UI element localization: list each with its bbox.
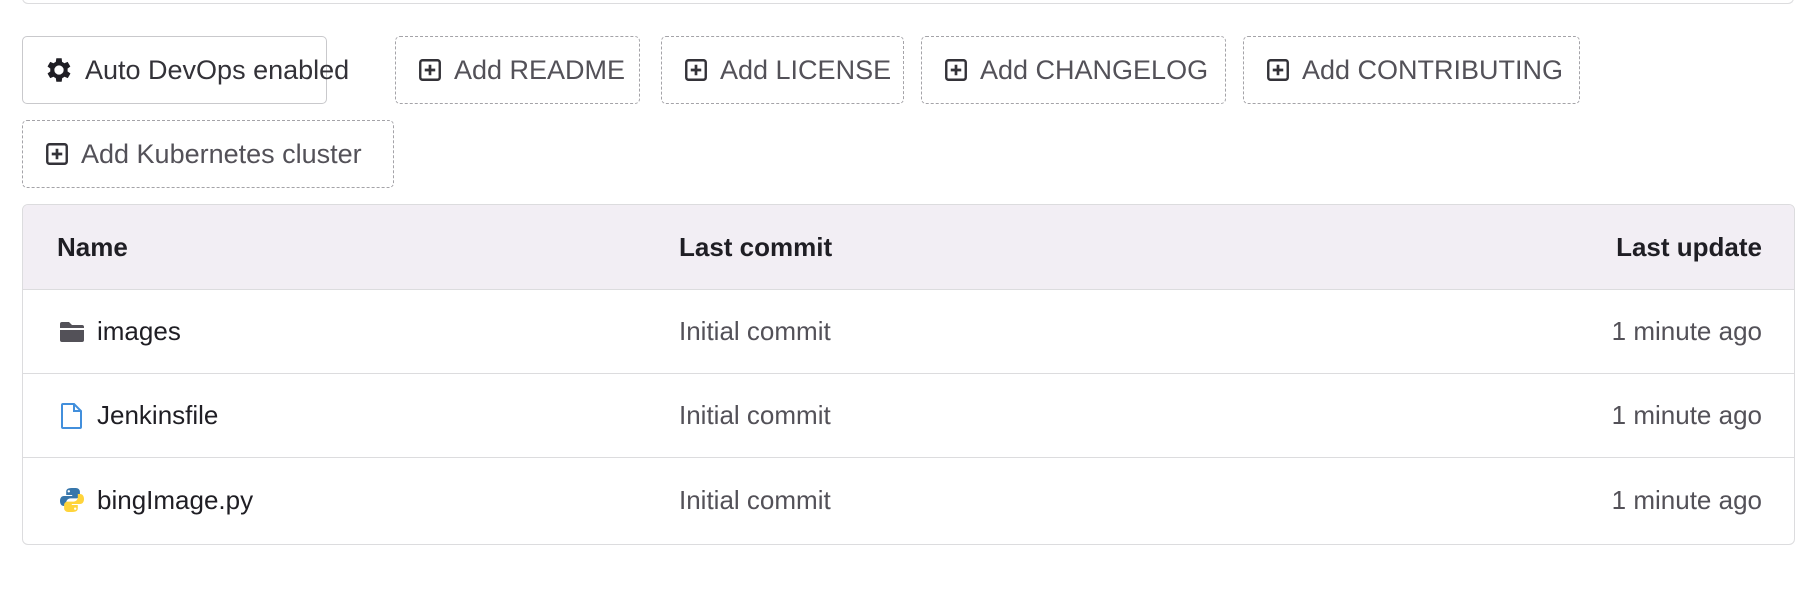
header-last-update: Last update bbox=[1616, 231, 1762, 262]
add-changelog-label: Add CHANGELOG bbox=[980, 54, 1209, 85]
auto-devops-button[interactable]: Auto DevOps enabled bbox=[22, 36, 349, 104]
plus-square-icon bbox=[1266, 58, 1290, 82]
add-contributing-label: Add CONTRIBUTING bbox=[1302, 54, 1564, 85]
add-readme-button[interactable]: Add README bbox=[395, 36, 640, 104]
plus-square-icon bbox=[45, 142, 69, 166]
last-commit-link[interactable]: Initial commit bbox=[679, 458, 831, 542]
add-changelog-button[interactable]: Add CHANGELOG bbox=[921, 36, 1226, 104]
python-icon bbox=[57, 486, 87, 514]
last-update-time: 1 minute ago bbox=[1611, 484, 1762, 515]
add-readme-label: Add README bbox=[454, 54, 626, 85]
header-last-commit: Last commit bbox=[679, 231, 833, 262]
auto-devops-label: Auto DevOps enabled bbox=[85, 54, 350, 85]
plus-square-icon bbox=[418, 58, 442, 82]
header-name: Name bbox=[57, 231, 128, 262]
plus-square-icon bbox=[944, 58, 968, 82]
folder-icon bbox=[57, 320, 87, 344]
file-icon bbox=[57, 402, 87, 430]
table-row[interactable]: Jenkinsfile Initial commit 1 minute ago bbox=[23, 374, 1794, 458]
plus-square-icon bbox=[684, 58, 708, 82]
add-kubernetes-cluster-button[interactable]: Add Kubernetes cluster bbox=[22, 120, 394, 188]
last-commit-link[interactable]: Initial commit bbox=[679, 290, 831, 373]
file-name-link[interactable]: bingImage.py bbox=[97, 485, 253, 516]
file-tree-table: Name Last commit Last update images Init… bbox=[22, 204, 1795, 545]
last-commit-link[interactable]: Initial commit bbox=[679, 374, 831, 457]
add-kubernetes-label: Add Kubernetes cluster bbox=[81, 138, 362, 169]
table-row[interactable]: bingImage.py Initial commit 1 minute ago bbox=[23, 458, 1794, 542]
table-row[interactable]: images Initial commit 1 minute ago bbox=[23, 290, 1794, 374]
gear-icon bbox=[43, 54, 75, 86]
add-license-button[interactable]: Add LICENSE bbox=[661, 36, 904, 104]
file-name-link[interactable]: images bbox=[97, 316, 181, 347]
last-update-time: 1 minute ago bbox=[1611, 400, 1762, 430]
last-update-time: 1 minute ago bbox=[1611, 316, 1762, 346]
add-license-label: Add LICENSE bbox=[720, 54, 892, 85]
table-header: Name Last commit Last update bbox=[23, 205, 1794, 290]
add-contributing-button[interactable]: Add CONTRIBUTING bbox=[1243, 36, 1580, 104]
previous-panel-edge bbox=[22, 0, 1794, 4]
file-name-link[interactable]: Jenkinsfile bbox=[97, 400, 218, 431]
